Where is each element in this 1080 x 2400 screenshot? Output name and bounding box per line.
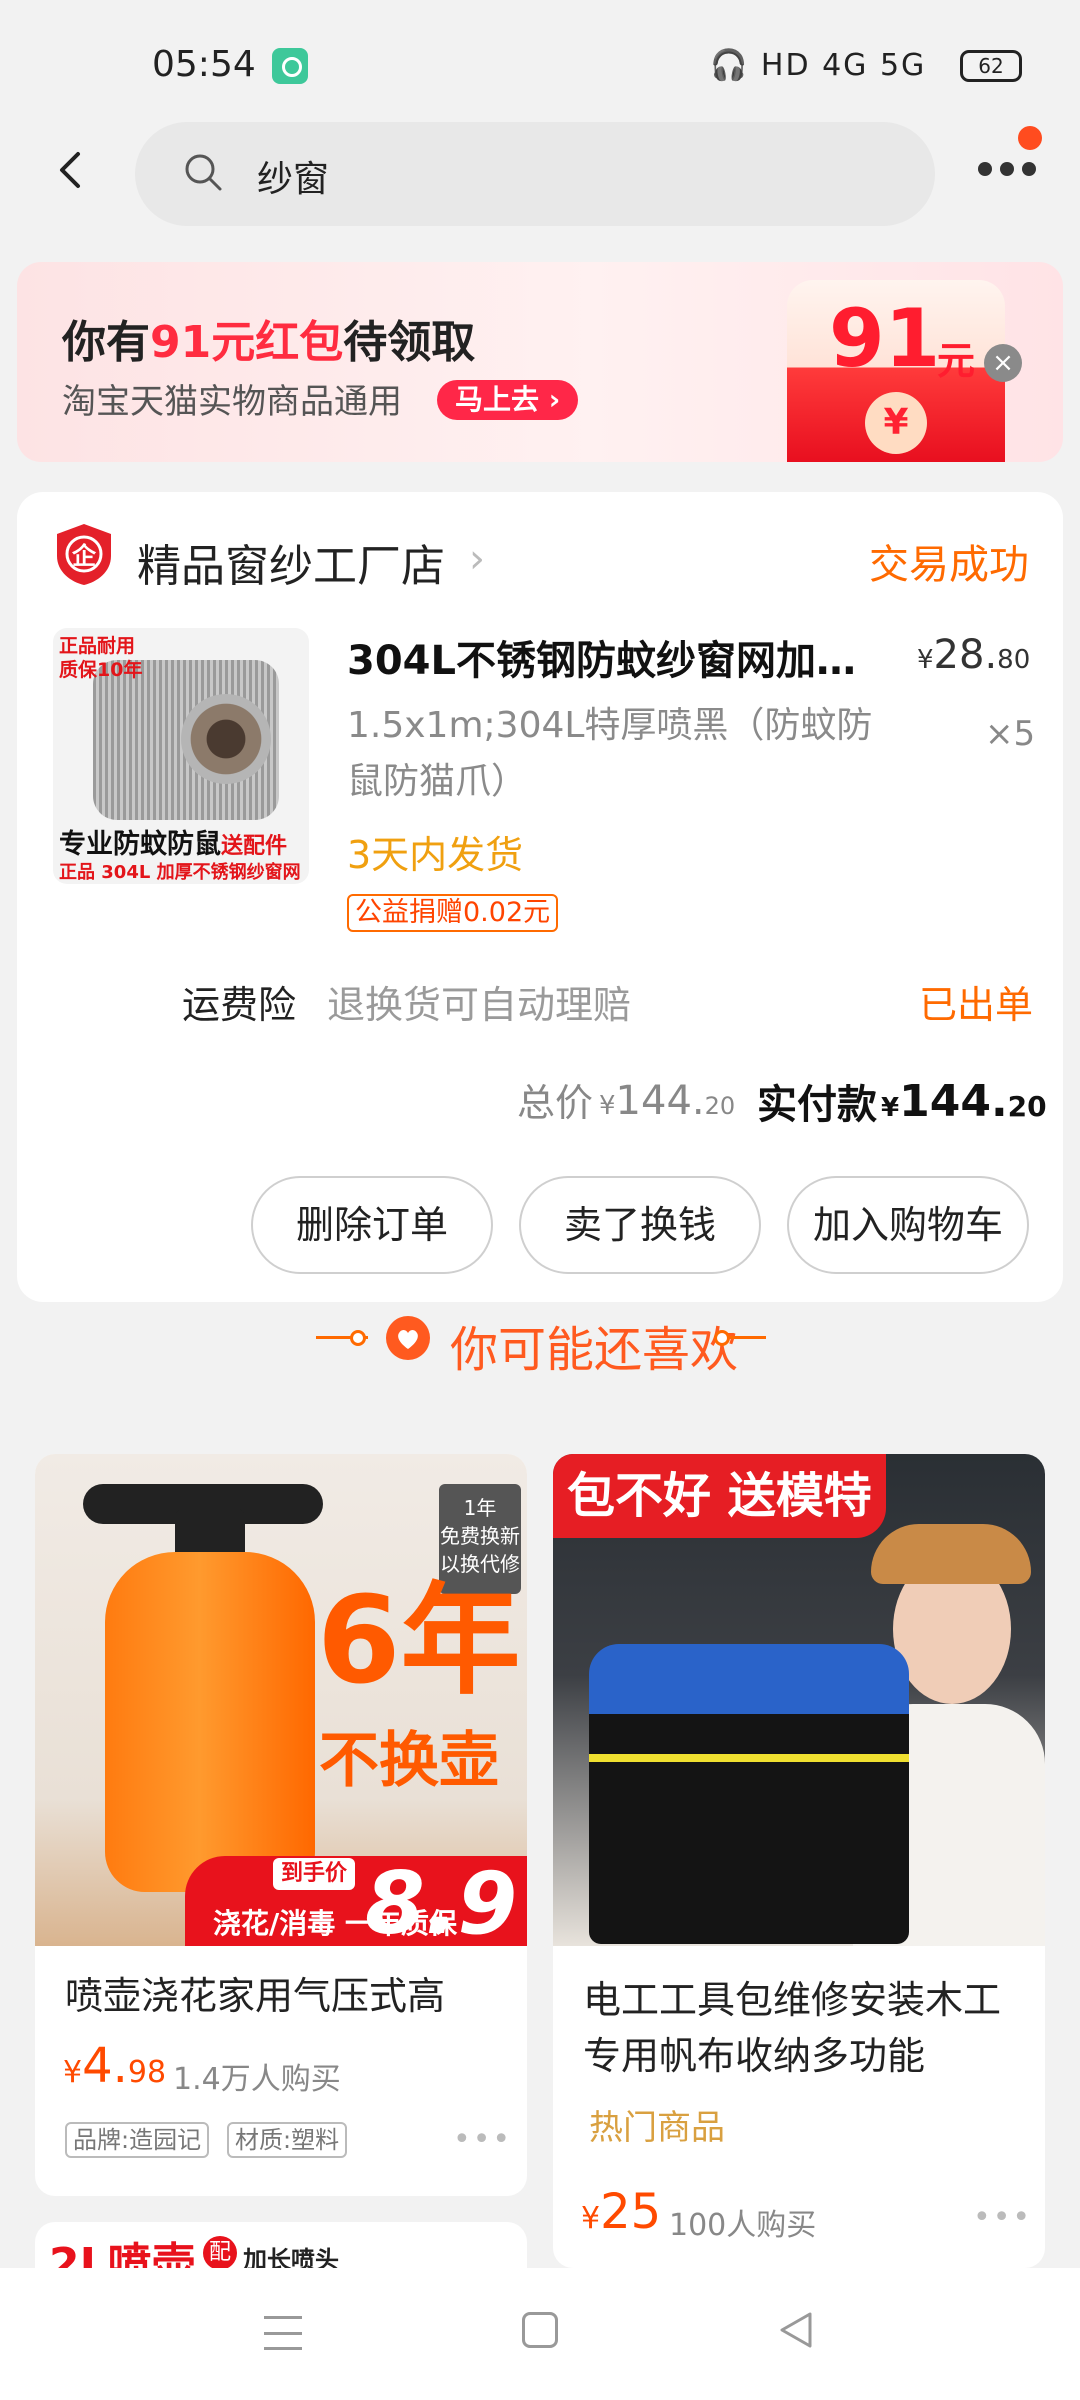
product-sku: 1.5x1m;304L特厚喷黑（防蚊防鼠防猫爪） <box>347 705 873 802</box>
search-icon <box>183 152 223 192</box>
notification-dot <box>1018 126 1042 150</box>
more-menu-icon[interactable] <box>978 162 1038 178</box>
chevron-right-icon[interactable]: › <box>469 536 485 582</box>
image-price: 8.9元 <box>365 1854 518 2040</box>
red-packet-banner[interactable]: 你有91元红包待领取 淘宝天猫实物商品通用 马上去 › 91 元 ¥ <box>17 262 1063 462</box>
sold-count: 1.4万人购买 <box>173 2062 341 2097</box>
banner-close-icon[interactable]: × <box>984 344 1022 382</box>
red-envelope-graphic: 91 元 ¥ <box>787 280 1005 462</box>
shop-name[interactable]: 精品窗纱工厂店 <box>137 530 445 594</box>
total-price: ¥144.20 <box>599 1078 736 1124</box>
order-card: 企 精品窗纱工厂店 › 交易成功 正品耐用 质保10年 专业防蚊防鼠送配件 正品… <box>17 492 1063 1302</box>
recent-apps-icon[interactable] <box>264 2316 302 2350</box>
home-icon[interactable] <box>522 2312 558 2348</box>
mesh-roll-core <box>181 694 271 784</box>
coin-icon: ¥ <box>865 392 927 454</box>
insurance-status[interactable]: 已出单 <box>919 974 1033 1029</box>
product-quantity: ×5 <box>985 714 1036 754</box>
peek-badge: 配 <box>203 2236 237 2270</box>
heading-dot-right <box>714 1330 730 1346</box>
charity-tag: 公益捐赠0.02元 <box>347 894 559 932</box>
product-tag: 品牌:造园记 <box>65 2122 210 2158</box>
insurance-description: 退换货可自动理赔 <box>327 983 632 1027</box>
product-price: ¥25 <box>581 2184 662 2240</box>
hot-label: 热门商品 <box>589 2108 725 2148</box>
more-options-icon[interactable]: ••• <box>453 2122 512 2157</box>
heading-dot-left <box>350 1330 366 1346</box>
product-price: ¥28.80 <box>917 632 1031 678</box>
back-triangle-icon[interactable] <box>776 2310 816 2350</box>
banner-go-button[interactable]: 马上去 › <box>437 380 579 420</box>
product-title[interactable]: 304L不锈钢防蚊纱窗网加厚... <box>347 628 877 686</box>
search-query: 纱窗 <box>257 159 330 200</box>
tool-bag-graphic <box>589 1644 909 1944</box>
product-title: 电工工具包维修安装木工专用帆布收纳多功能 <box>583 1978 1002 2078</box>
thumb-caption-top: 正品耐用 质保10年 <box>59 635 143 681</box>
enterprise-shop-icon: 企 <box>55 522 113 586</box>
thumb-caption-main: 专业防蚊防鼠送配件 <box>59 829 288 860</box>
product-price: ¥4.98 <box>63 2038 167 2094</box>
envelope-amount: 91 <box>829 292 941 385</box>
product-tag: 材质:塑料 <box>227 2122 348 2158</box>
recommend-heading: 你可能还喜欢 <box>316 1296 766 1378</box>
sold-count: 100人购买 <box>669 2208 817 2243</box>
product-thumbnail[interactable]: 正品耐用 质保10年 专业防蚊防鼠送配件 正品 304L 加厚不锈钢纱窗网 <box>53 628 309 884</box>
total-label: 总价 <box>517 1081 594 1125</box>
image-subheadline: 不换壶 <box>319 1726 499 1796</box>
banner-title: 你有91元红包待领取 <box>62 317 476 368</box>
battery-icon: 62 <box>960 50 1022 82</box>
model-hat <box>871 1524 1031 1584</box>
system-nav-bar <box>0 2268 1080 2400</box>
thumb-caption-bottom: 正品 304L 加厚不锈钢纱窗网 <box>59 862 301 883</box>
network-label: HD 4G 5G <box>760 48 927 83</box>
product-card[interactable]: 1年 免费换新 以换代修 6年 不换壶 到手价 8.9元 浇花/消毒 一年质保 … <box>35 1454 527 2196</box>
sprayer-bottle <box>105 1552 315 1892</box>
delete-order-button[interactable]: 删除订单 <box>251 1176 493 1274</box>
order-status: 交易成功 <box>869 542 1029 588</box>
app-notification-icon <box>272 48 308 84</box>
product-title: 喷壶浇花家用气压式高 <box>65 1974 446 2018</box>
add-to-cart-button[interactable]: 加入购物车 <box>787 1176 1029 1274</box>
product-image-sprayer: 1年 免费换新 以换代修 6年 不换壶 到手价 8.9元 浇花/消毒 一年质保 <box>35 1454 527 2040</box>
back-arrow-icon[interactable] <box>52 150 92 190</box>
search-bar[interactable]: 纱窗 <box>135 122 935 226</box>
more-options-icon[interactable]: ••• <box>973 2200 1032 2235</box>
paid-label: 实付款 <box>757 1082 877 1128</box>
image-banner: 包不好 送模特 <box>553 1454 886 1538</box>
status-bar: 05:54 🎧 HD 4G 5G 62 <box>0 0 1080 120</box>
heart-icon <box>386 1316 430 1360</box>
insurance-label: 运费险 <box>182 983 297 1027</box>
product-image-toolbag: 包不好 送模特 <box>553 1454 1045 1946</box>
product-card[interactable]: 包不好 送模特 电工工具包维修安装木工专用帆布收纳多功能 热门商品 ¥25 10… <box>553 1454 1045 2268</box>
image-price-label: 到手价 <box>273 1858 356 1890</box>
paid-amount: ¥144.20 <box>881 1076 1047 1127</box>
envelope-unit: 元 <box>937 339 976 383</box>
banner-subtitle: 淘宝天猫实物商品通用 <box>62 382 402 422</box>
resell-button[interactable]: 卖了换钱 <box>519 1176 761 1274</box>
shipping-promise: 3天内发货 <box>347 833 524 877</box>
status-time: 05:54 <box>152 44 256 85</box>
svg-text:企: 企 <box>72 542 97 570</box>
tool-bag-stripe <box>589 1754 909 1762</box>
network-indicators: 🎧 HD 4G 5G <box>710 48 927 83</box>
recommend-title: 你可能还喜欢 <box>450 1322 739 1378</box>
image-headline: 6年 <box>317 1572 521 1711</box>
image-strip-text: 浇花/消毒 一年质保 <box>213 1907 457 1940</box>
